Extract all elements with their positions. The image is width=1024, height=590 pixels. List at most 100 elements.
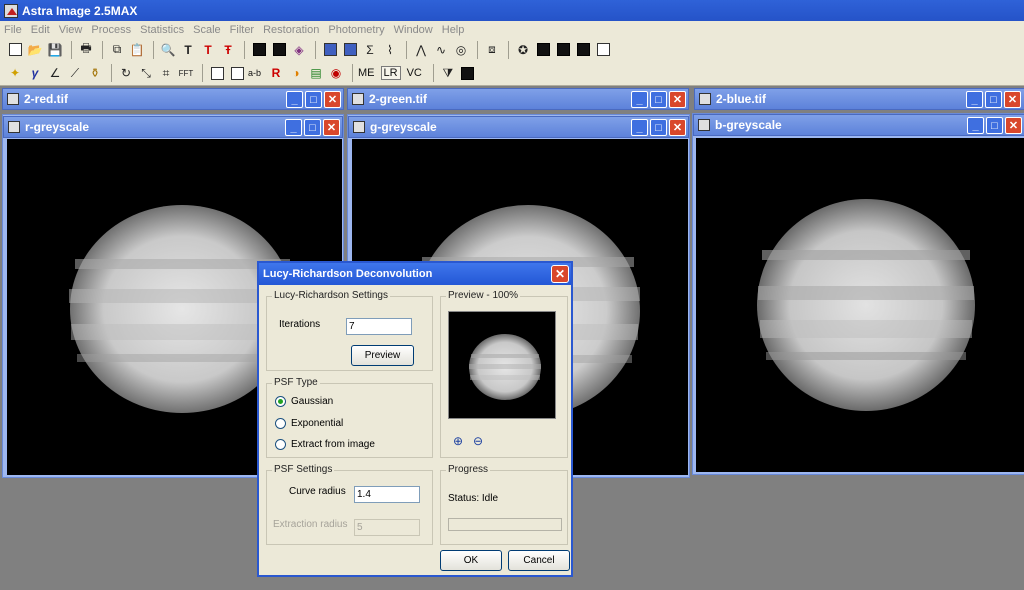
layers-icon[interactable]: ◈ — [290, 41, 308, 59]
close-button[interactable]: ✕ — [669, 119, 686, 136]
stack-icon[interactable]: ⧈ — [483, 41, 501, 59]
flat-frame-icon[interactable] — [554, 41, 572, 59]
new-file-icon[interactable] — [6, 41, 24, 59]
frame-icon[interactable] — [594, 41, 612, 59]
me-button[interactable]: ME — [358, 67, 375, 79]
menu-process[interactable]: Process — [91, 24, 131, 36]
vc-button[interactable]: VC — [407, 67, 422, 79]
gamma-icon[interactable]: γ — [26, 64, 44, 82]
minimize-button[interactable]: _ — [967, 117, 984, 134]
window-g-greyscale-titlebar[interactable]: g-greyscale _ □ ✕ — [348, 116, 689, 138]
menu-restoration[interactable]: Restoration — [263, 24, 319, 36]
dialog-titlebar[interactable]: Lucy-Richardson Deconvolution ✕ — [259, 263, 571, 285]
minimize-button[interactable]: _ — [631, 91, 648, 108]
wand-icon[interactable]: ✦ — [6, 64, 24, 82]
curve-icon[interactable]: ⌇ — [381, 41, 399, 59]
paste-icon[interactable]: 📋 — [128, 41, 146, 59]
crop-icon[interactable]: ⌗ — [157, 64, 175, 82]
menu-edit[interactable]: Edit — [31, 24, 50, 36]
menu-view[interactable]: View — [59, 24, 83, 36]
iterations-input[interactable]: 7 — [346, 318, 412, 335]
color-wheel-icon[interactable]: ◑ — [287, 64, 305, 82]
image-icon[interactable] — [321, 41, 339, 59]
filter-icon[interactable]: ⧩ — [439, 64, 457, 82]
close-button[interactable]: ✕ — [1004, 91, 1021, 108]
close-button[interactable]: ✕ — [324, 91, 341, 108]
open-folder-icon[interactable]: 📂 — [26, 41, 44, 59]
text-icon[interactable]: T — [179, 41, 197, 59]
cancel-button[interactable]: Cancel — [508, 550, 570, 571]
maximize-button[interactable]: □ — [305, 91, 322, 108]
psf-gaussian-option[interactable]: Gaussian — [275, 396, 333, 407]
maximize-button[interactable]: □ — [304, 119, 321, 136]
psf-exponential-option[interactable]: Exponential — [275, 418, 343, 429]
star-detect-icon[interactable]: ✪ — [514, 41, 532, 59]
menu-help[interactable]: Help — [442, 24, 465, 36]
color-target-icon[interactable]: ◉ — [327, 64, 345, 82]
menu-statistics[interactable]: Statistics — [140, 24, 184, 36]
rotate-icon[interactable]: ↻ — [117, 64, 135, 82]
maximize-button[interactable]: □ — [986, 117, 1003, 134]
close-button[interactable]: ✕ — [669, 91, 686, 108]
zoom-in-icon[interactable]: ⊕ — [449, 432, 467, 450]
rgb-icon[interactable]: R — [267, 64, 285, 82]
psf-extract-option[interactable]: Extract from image — [275, 439, 375, 450]
levels-icon[interactable]: ∿ — [432, 41, 450, 59]
minimize-button[interactable]: _ — [286, 91, 303, 108]
menu-photometry[interactable]: Photometry — [328, 24, 384, 36]
radio-unselected[interactable] — [275, 439, 286, 450]
sum-icon[interactable]: Σ — [361, 41, 379, 59]
save-icon[interactable]: 💾 — [46, 41, 64, 59]
a-minus-b-button[interactable]: a-b — [248, 68, 261, 78]
radio-selected[interactable] — [275, 396, 286, 407]
window-blue-titlebar[interactable]: 2-blue.tif _ □ ✕ — [694, 88, 1024, 110]
curve-radius-input[interactable]: 1.4 — [354, 486, 420, 503]
window-b-greyscale-titlebar[interactable]: b-greyscale _ □ ✕ — [693, 114, 1024, 136]
menu-filter[interactable]: Filter — [230, 24, 254, 36]
maximize-button[interactable]: □ — [985, 91, 1002, 108]
lr-button[interactable]: LR — [380, 66, 401, 80]
target-icon[interactable]: ◎ — [452, 41, 470, 59]
histogram-icon[interactable]: ⋀ — [412, 41, 430, 59]
menu-scale[interactable]: Scale — [193, 24, 221, 36]
minimize-button[interactable]: _ — [966, 91, 983, 108]
resize-icon[interactable]: ⤡ — [137, 64, 155, 82]
minimize-button[interactable]: _ — [285, 119, 302, 136]
grid-view-icon[interactable] — [459, 64, 477, 82]
ok-button[interactable]: OK — [440, 550, 502, 571]
dialog-close-button[interactable]: ✕ — [551, 265, 569, 283]
slope-icon[interactable]: ⟋ — [66, 64, 84, 82]
window-alt-icon[interactable] — [228, 64, 246, 82]
preview-button[interactable]: Preview — [351, 345, 414, 366]
window-green-titlebar[interactable]: 2-green.tif _ □ ✕ — [347, 88, 689, 110]
minimize-button[interactable]: _ — [631, 119, 648, 136]
close-button[interactable]: ✕ — [323, 119, 340, 136]
text-red-icon[interactable]: T — [199, 41, 217, 59]
jar-icon[interactable]: ⚱ — [86, 64, 104, 82]
image-alt-icon[interactable] — [341, 41, 359, 59]
toolbar-separator — [315, 40, 316, 59]
window-r-greyscale-titlebar[interactable]: r-greyscale _ □ ✕ — [3, 116, 343, 138]
window-icon[interactable] — [208, 64, 226, 82]
angle-icon[interactable]: ∠ — [46, 64, 64, 82]
grid-icon[interactable] — [250, 41, 268, 59]
bias-frame-icon[interactable] — [574, 41, 592, 59]
dark-frame-icon[interactable] — [534, 41, 552, 59]
maximize-button[interactable]: □ — [650, 119, 667, 136]
menu-window[interactable]: Window — [394, 24, 433, 36]
copy-icon[interactable]: ⧉ — [108, 41, 126, 59]
color-balance-icon[interactable]: ▤ — [307, 64, 325, 82]
zoom-icon[interactable]: 🔍 — [159, 41, 177, 59]
maximize-button[interactable]: □ — [650, 91, 667, 108]
close-button[interactable]: ✕ — [1005, 117, 1022, 134]
menu-file[interactable]: File — [4, 24, 22, 36]
text-clear-icon[interactable]: Ŧ — [219, 41, 237, 59]
window-red-titlebar[interactable]: 2-red.tif _ □ ✕ — [2, 88, 344, 110]
print-icon[interactable]: 🖶 — [77, 41, 95, 59]
b-greyscale-image[interactable] — [696, 138, 1024, 472]
grid-alt-icon[interactable] — [270, 41, 288, 59]
fft-icon[interactable]: FFT — [177, 64, 195, 82]
zoom-out-icon[interactable]: ⊖ — [469, 432, 487, 450]
window-title: 2-blue.tif — [716, 92, 766, 106]
radio-unselected[interactable] — [275, 418, 286, 429]
